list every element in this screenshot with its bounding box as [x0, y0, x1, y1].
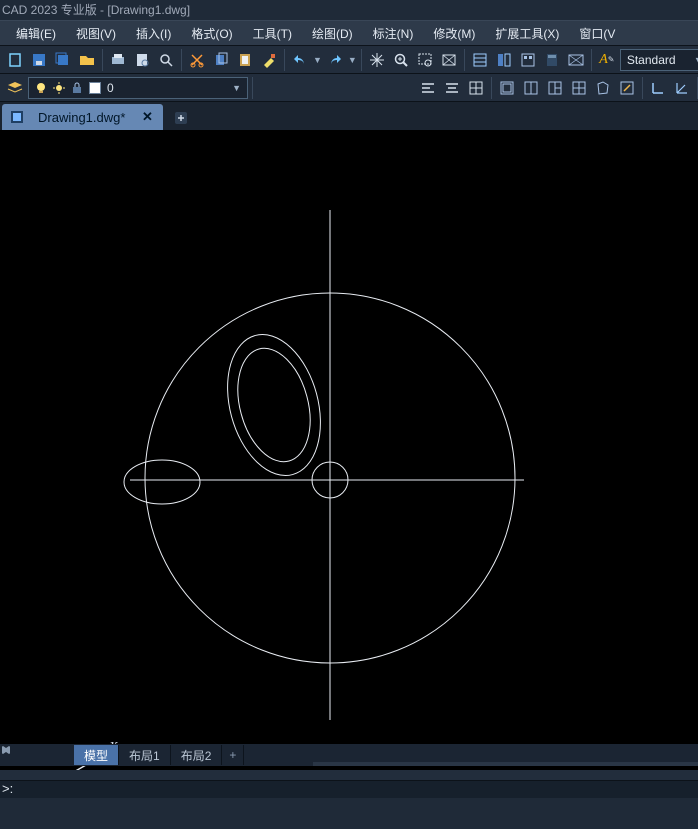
- align-grid-icon[interactable]: [465, 77, 487, 99]
- pan-icon[interactable]: [366, 49, 388, 71]
- layout-nav-next-icon[interactable]: [38, 745, 56, 765]
- menu-view[interactable]: 视图(V): [68, 22, 124, 45]
- menu-window[interactable]: 窗口(V: [571, 22, 623, 45]
- new-file-icon[interactable]: [4, 49, 26, 71]
- zoom-extents-icon[interactable]: [438, 49, 460, 71]
- print-preview-icon[interactable]: [131, 49, 153, 71]
- chevron-down-icon: ▼: [232, 83, 241, 93]
- layout-nav-prev-icon[interactable]: [20, 745, 38, 765]
- layer-name: 0: [107, 81, 114, 95]
- text-style-combo[interactable]: Standard ▼: [620, 49, 698, 71]
- props-icon[interactable]: [469, 49, 491, 71]
- layout-tab-layout2[interactable]: 布局2: [171, 745, 223, 765]
- layer-color-swatch: [89, 82, 101, 94]
- ucs-icon-2[interactable]: [671, 77, 693, 99]
- main-menubar: 编辑(E) 视图(V) 插入(I) 格式(O) 工具(T) 绘图(D) 标注(N…: [0, 20, 698, 46]
- textstyle-a-icon[interactable]: A✎: [596, 49, 618, 71]
- layout-add-button[interactable]: +: [222, 745, 244, 765]
- layout-tab-layout1[interactable]: 布局1: [119, 745, 171, 765]
- vport-4-icon[interactable]: [568, 77, 590, 99]
- toolbar-row-2: 0 ▼: [0, 74, 698, 102]
- document-tab-label: Drawing1.dwg*: [38, 110, 125, 125]
- redo-chevron-icon[interactable]: ▼: [348, 55, 357, 65]
- menu-modify[interactable]: 修改(M): [425, 22, 483, 45]
- drawing-svg: [0, 130, 698, 770]
- menu-tools[interactable]: 工具(T): [245, 22, 300, 45]
- save-all-icon[interactable]: [52, 49, 74, 71]
- save-icon[interactable]: [28, 49, 50, 71]
- chevron-down-icon: ▼: [694, 55, 698, 65]
- zoom-window-icon[interactable]: [414, 49, 436, 71]
- undo-chevron-icon[interactable]: ▼: [313, 55, 322, 65]
- print-icon[interactable]: [107, 49, 129, 71]
- text-style-value: Standard: [627, 53, 676, 67]
- layermgr-icon[interactable]: [4, 77, 26, 99]
- layout-tabbar: 模型 布局1 布局2 +: [0, 744, 698, 766]
- ucs-icon-1[interactable]: [647, 77, 669, 99]
- redo-icon[interactable]: [324, 49, 346, 71]
- vport-poly-icon[interactable]: [592, 77, 614, 99]
- layout-nav-last-icon[interactable]: [56, 745, 74, 765]
- menu-dim[interactable]: 标注(N): [365, 22, 422, 45]
- lightbulb-icon: [35, 82, 47, 94]
- close-icon[interactable]: ✕: [139, 109, 155, 125]
- cleanscreen-icon[interactable]: [565, 49, 587, 71]
- lock-icon: [71, 82, 83, 94]
- vport-3-icon[interactable]: [544, 77, 566, 99]
- vport-2-icon[interactable]: [520, 77, 542, 99]
- toolpalette-icon[interactable]: [517, 49, 539, 71]
- drawing-canvas[interactable]: X 模型 布局1 布局2 +: [0, 130, 698, 770]
- add-tab-button[interactable]: [169, 106, 193, 130]
- menu-edit[interactable]: 编辑(E): [8, 22, 64, 45]
- zoom-realtime-icon[interactable]: [390, 49, 412, 71]
- calc-icon[interactable]: [541, 49, 563, 71]
- open-icon[interactable]: [76, 49, 98, 71]
- command-prompt-prefix: >:: [2, 781, 13, 796]
- toolbar-row-1: ▼ ▼ A✎ Standard ▼: [0, 46, 698, 74]
- vport-join-icon[interactable]: [616, 77, 638, 99]
- align-left-icon[interactable]: [417, 77, 439, 99]
- window-title: CAD 2023 专业版 - [Drawing1.dwg]: [0, 0, 698, 20]
- layer-combo[interactable]: 0 ▼: [28, 77, 248, 99]
- cut-icon[interactable]: [186, 49, 208, 71]
- document-tab-active[interactable]: Drawing1.dwg* ✕: [2, 104, 163, 130]
- menu-ext[interactable]: 扩展工具(X): [487, 22, 567, 45]
- command-prompt[interactable]: >:: [0, 780, 698, 798]
- menu-format[interactable]: 格式(O): [183, 22, 240, 45]
- designcenter-icon[interactable]: [493, 49, 515, 71]
- copy-icon[interactable]: [210, 49, 232, 71]
- horizontal-scrollbar[interactable]: [313, 762, 698, 766]
- document-tabbar: Drawing1.dwg* ✕: [0, 102, 698, 130]
- match-prop-icon[interactable]: [258, 49, 280, 71]
- find-icon[interactable]: [155, 49, 177, 71]
- menu-insert[interactable]: 插入(I): [128, 22, 179, 45]
- layout-tab-model[interactable]: 模型: [74, 745, 119, 765]
- sun-icon: [53, 82, 65, 94]
- menu-draw[interactable]: 绘图(D): [304, 22, 361, 45]
- command-history-area: [0, 770, 698, 780]
- vport-1-icon[interactable]: [496, 77, 518, 99]
- doc-dwg-icon: [10, 110, 24, 124]
- undo-icon[interactable]: [289, 49, 311, 71]
- paste-icon[interactable]: [234, 49, 256, 71]
- align-center-icon[interactable]: [441, 77, 463, 99]
